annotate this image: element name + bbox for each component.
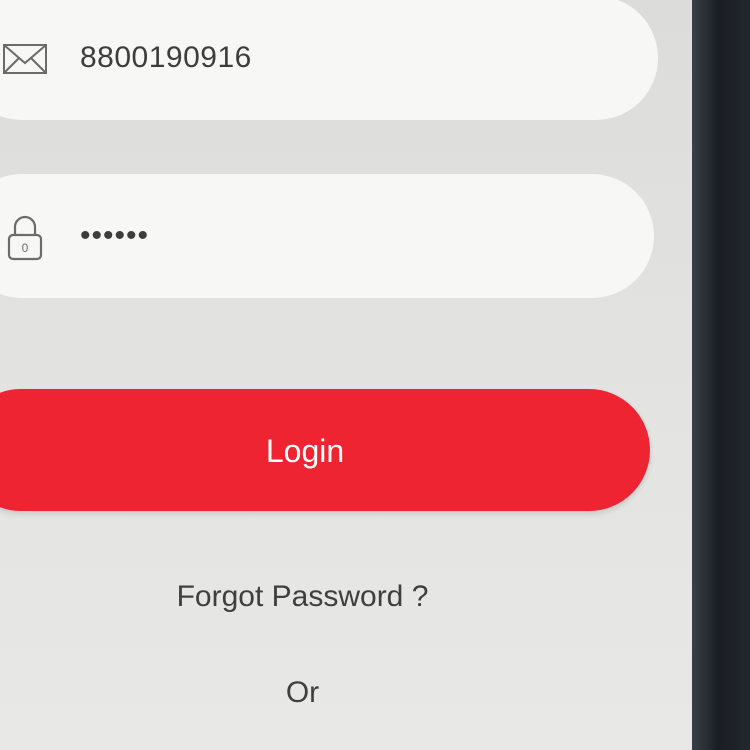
password-value: •••••• [80, 219, 150, 252]
password-field[interactable]: 0 •••••• [0, 174, 654, 298]
login-button[interactable]: Login [0, 389, 650, 511]
lock-digit: 0 [22, 241, 29, 255]
login-button-label: Login [265, 433, 345, 469]
envelope-icon [0, 33, 50, 83]
forgot-password-link[interactable]: Forgot Password ? [0, 580, 605, 614]
phone-value: 8800190916 [80, 41, 252, 74]
login-screen: 8800190916 0 •••••• Login Forgot Passwor… [0, 0, 705, 750]
phone-field[interactable]: 8800190916 [0, 0, 658, 120]
device-frame: 8800190916 0 •••••• Login Forgot Passwor… [0, 0, 750, 750]
or-separator: Or [285, 676, 320, 709]
lock-icon: 0 [0, 211, 50, 261]
device-bezel [692, 0, 750, 750]
